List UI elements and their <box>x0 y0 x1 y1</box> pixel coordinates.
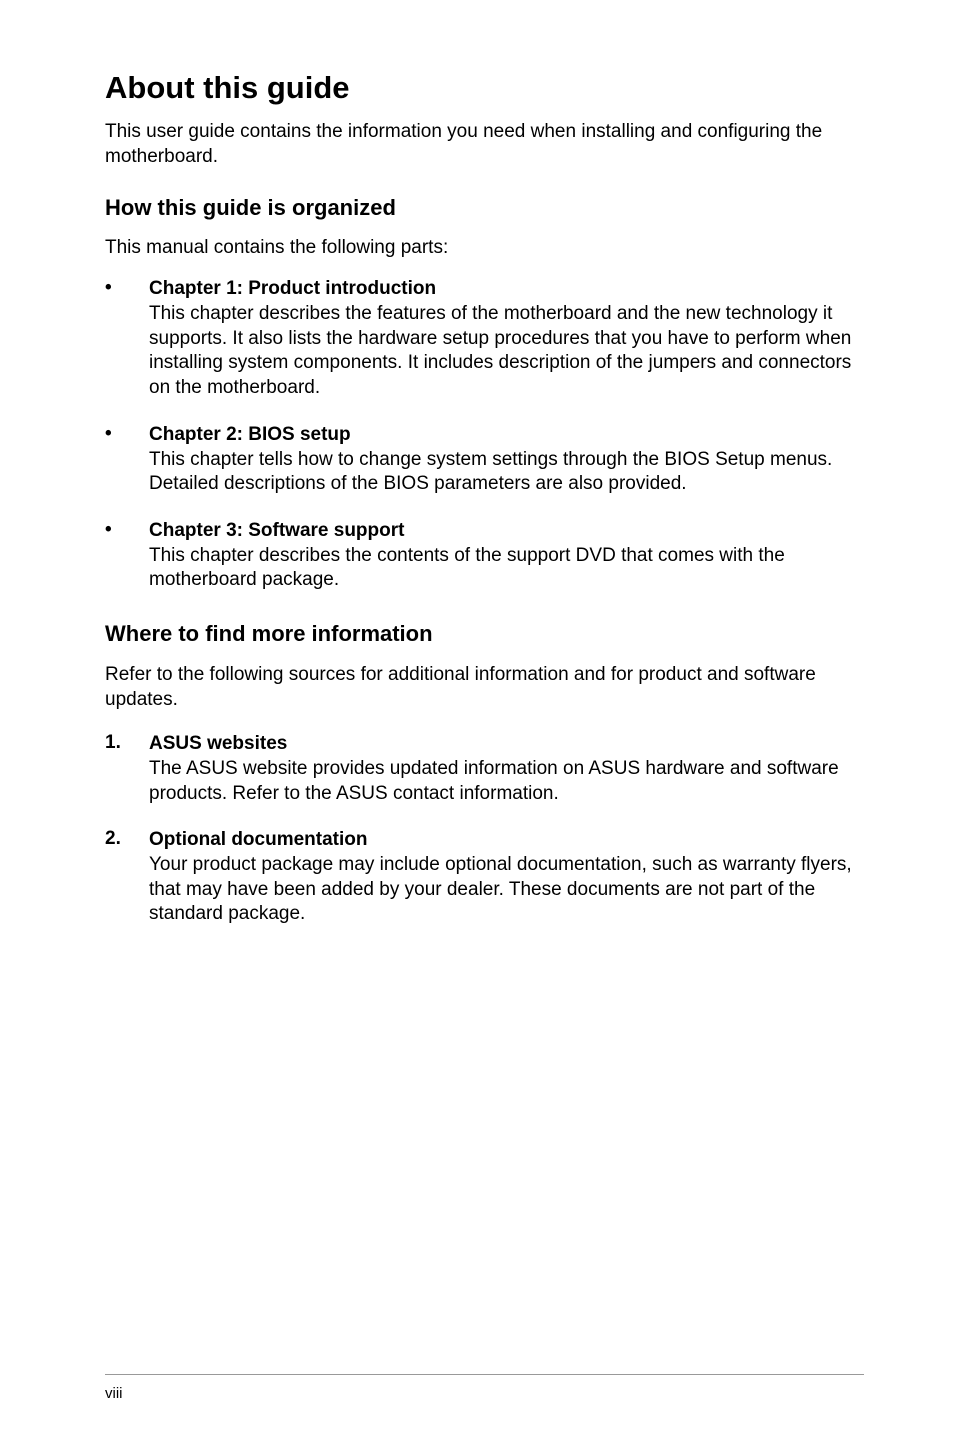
bullet-body: This chapter describes the contents of t… <box>149 544 864 593</box>
bullet-body: This chapter describes the features of t… <box>149 302 864 401</box>
numbered-body: Your product package may include optiona… <box>149 853 864 927</box>
numbered-marker: 2. <box>105 828 149 927</box>
section2-heading: Where to find more information <box>105 621 864 647</box>
numbered-content: Optional documentation Your product pack… <box>149 828 864 927</box>
bullet-marker: • <box>105 423 149 497</box>
bullet-marker: • <box>105 277 149 400</box>
bullet-marker: • <box>105 519 149 593</box>
section2-intro: Refer to the following sources for addit… <box>105 663 864 712</box>
numbered-title: Optional documentation <box>149 828 864 853</box>
page-number: viii <box>105 1385 864 1402</box>
bullet-content: Chapter 3: Software support This chapter… <box>149 519 864 593</box>
page-footer: viii <box>105 1374 864 1402</box>
numbered-item-1: 1. ASUS websites The ASUS website provid… <box>105 732 864 806</box>
bullet-title: Chapter 1: Product introduction <box>149 277 864 302</box>
bullet-title: Chapter 3: Software support <box>149 519 864 544</box>
section1-intro: This manual contains the following parts… <box>105 237 864 259</box>
numbered-title: ASUS websites <box>149 732 864 757</box>
numbered-body: The ASUS website provides updated inform… <box>149 757 864 806</box>
intro-paragraph: This user guide contains the information… <box>105 120 864 169</box>
bullet-body: This chapter tells how to change system … <box>149 448 864 497</box>
footer-divider <box>105 1374 864 1375</box>
bullet-item-chapter2: • Chapter 2: BIOS setup This chapter tel… <box>105 423 864 497</box>
bullet-content: Chapter 1: Product introduction This cha… <box>149 277 864 400</box>
numbered-marker: 1. <box>105 732 149 806</box>
bullet-item-chapter1: • Chapter 1: Product introduction This c… <box>105 277 864 400</box>
bullet-content: Chapter 2: BIOS setup This chapter tells… <box>149 423 864 497</box>
numbered-item-2: 2. Optional documentation Your product p… <box>105 828 864 927</box>
section1-heading: How this guide is organized <box>105 195 864 221</box>
bullet-item-chapter3: • Chapter 3: Software support This chapt… <box>105 519 864 593</box>
numbered-content: ASUS websites The ASUS website provides … <box>149 732 864 806</box>
page-title: About this guide <box>105 70 864 106</box>
bullet-title: Chapter 2: BIOS setup <box>149 423 864 448</box>
